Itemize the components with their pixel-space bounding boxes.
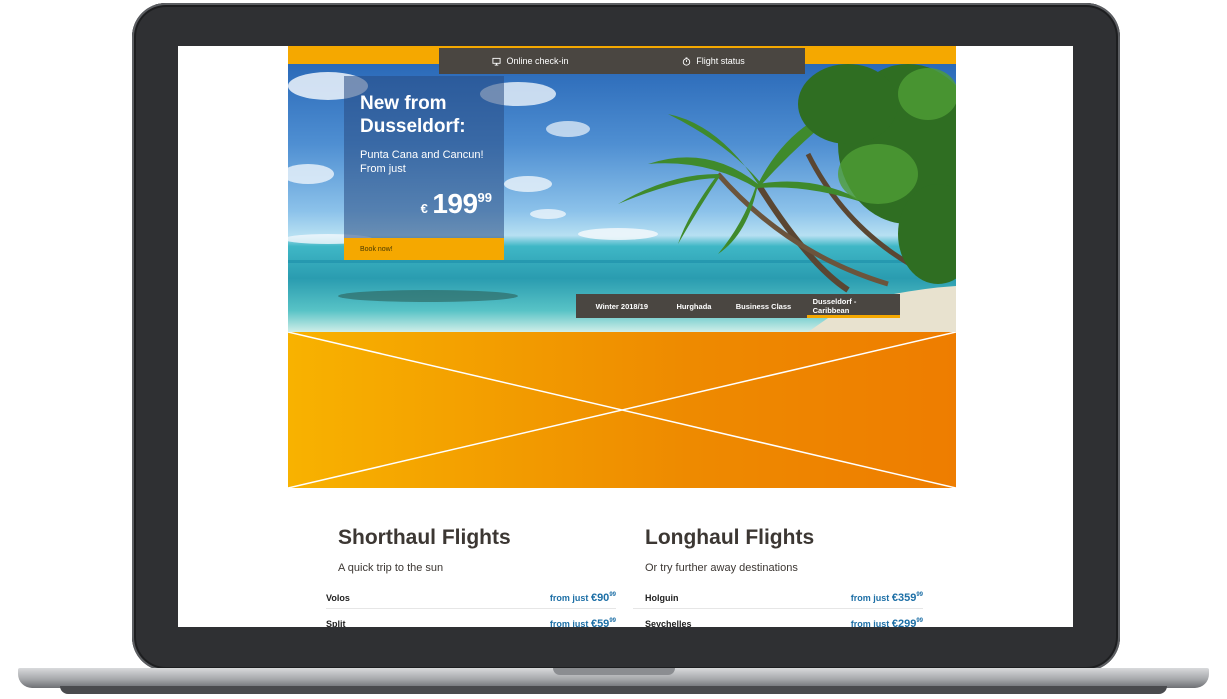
laptop-notch — [553, 668, 675, 675]
image-placeholder — [288, 332, 956, 488]
flight-price[interactable]: from just €9099 — [550, 592, 616, 604]
clock-icon — [683, 56, 691, 66]
tab-business-class[interactable]: Business Class — [720, 294, 806, 318]
tab-dusseldorf-caribbean[interactable]: Dusseldorf - Caribbean — [806, 294, 900, 318]
shorthaul-subtitle: A quick trip to the sun — [338, 562, 444, 574]
flight-row[interactable]: Seychelles from just €29999 — [633, 616, 923, 627]
longhaul-subtitle: Or try further away destinations — [645, 562, 798, 574]
flight-row[interactable]: Holguin from just €35999 — [633, 590, 923, 609]
price-cents: 99 — [916, 592, 923, 598]
online-checkin-label: Online check-in — [506, 56, 569, 66]
flight-row[interactable]: Split from just €5999 — [326, 616, 616, 627]
promo-price-cents: 99 — [477, 190, 492, 205]
price-amount: 299 — [897, 618, 917, 627]
price-cents: 99 — [916, 618, 923, 624]
website-page: Online check-in Flight status New from D… — [288, 46, 956, 627]
price-cents: 99 — [609, 592, 616, 598]
flight-price[interactable]: from just €5999 — [550, 618, 616, 627]
flight-row[interactable]: Volos from just €9099 — [326, 590, 616, 609]
promo-price-currency: € — [420, 201, 428, 216]
price-prefix: from just — [850, 593, 890, 603]
tab-winter-2018-19[interactable]: Winter 2018/19 — [576, 294, 668, 318]
promo-price: € 19999 — [421, 188, 492, 220]
promo-subtitle: Punta Cana and Cancun! From just — [360, 149, 484, 175]
flight-destination[interactable]: Split — [326, 619, 346, 627]
promo-title: New from Dusseldorf: — [360, 93, 466, 137]
service-bar: Online check-in Flight status — [439, 48, 805, 74]
flight-status-link[interactable]: Flight status — [622, 48, 805, 74]
placeholder-cross — [288, 332, 956, 488]
price-prefix: from just — [549, 593, 589, 603]
flight-destination[interactable]: Volos — [326, 593, 350, 603]
price-amount: 90 — [597, 592, 610, 604]
computer-icon — [492, 57, 502, 66]
price-amount: 359 — [897, 592, 917, 604]
flight-price[interactable]: from just €35999 — [851, 592, 923, 604]
book-now-button[interactable]: Book now! — [344, 238, 504, 260]
price-prefix: from just — [850, 619, 890, 627]
price-prefix: from just — [549, 619, 589, 627]
flight-destination[interactable]: Seychelles — [645, 619, 692, 627]
longhaul-title: Longhaul Flights — [645, 526, 815, 549]
hero-banner: New from Dusseldorf: Punta Cana and Canc… — [288, 64, 956, 332]
flight-destination[interactable]: Holguin — [645, 593, 679, 603]
laptop-screen: Online check-in Flight status New from D… — [178, 46, 1073, 627]
online-checkin-link[interactable]: Online check-in — [439, 48, 622, 74]
promo-box: New from Dusseldorf: Punta Cana and Canc… — [344, 76, 504, 238]
promo-price-amount: 199 — [432, 188, 478, 219]
price-amount: 59 — [597, 618, 610, 627]
tab-hurghada[interactable]: Hurghada — [668, 294, 721, 318]
laptop-base-shadow — [60, 686, 1167, 694]
shorthaul-title: Shorthaul Flights — [338, 526, 511, 549]
flight-price[interactable]: from just €29999 — [851, 618, 923, 627]
hero-tabs: Winter 2018/19 Hurghada Business Class D… — [576, 294, 900, 318]
price-cents: 99 — [609, 618, 616, 624]
flight-status-label: Flight status — [696, 56, 745, 66]
